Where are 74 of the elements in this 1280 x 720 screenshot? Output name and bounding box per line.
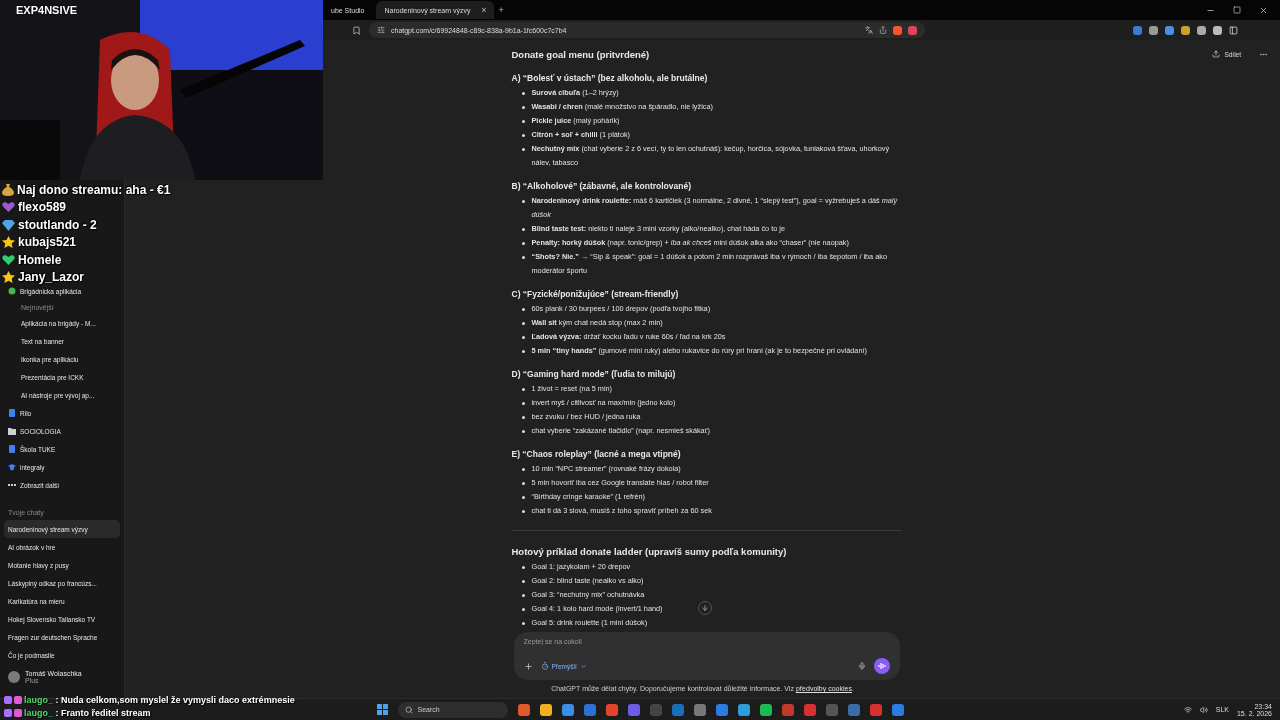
alert-text: Homele — [18, 252, 62, 267]
close-tab-button[interactable]: × — [481, 5, 487, 15]
wifi-icon[interactable] — [1183, 705, 1192, 714]
app-icon[interactable] — [693, 703, 706, 716]
timer-icon — [540, 662, 549, 670]
bullet-icon — [521, 416, 525, 419]
bookmark-icon[interactable] — [352, 25, 361, 35]
arrow-down-icon — [700, 604, 709, 612]
search-icon — [404, 705, 413, 714]
bullet-icon — [521, 608, 525, 611]
section-heading: Hotový príklad donate ladder (upravíš sumy podľa komunity) — [511, 545, 788, 559]
app-icon[interactable] — [517, 703, 530, 716]
alert-text: kubajs521 — [18, 235, 77, 250]
section-heading: B) “Alkoholové” (zábavné, ale kontrolované) — [511, 180, 692, 193]
app-icon[interactable] — [605, 703, 618, 716]
bullet-icon — [521, 106, 525, 109]
section-heading: A) “Bolesť v ústach” (bez alkoholu, ale brutálne) — [511, 72, 709, 85]
bullet-icon — [521, 336, 525, 339]
bullet-icon — [521, 566, 525, 569]
section-heading: D) “Gaming hard mode” (ľudia to milujú) — [511, 368, 677, 381]
bullet-icon — [521, 322, 525, 325]
voice-button[interactable] — [873, 658, 890, 674]
windows-start-icon[interactable] — [376, 704, 388, 715]
maximize-icon[interactable] — [1233, 5, 1241, 14]
sidebar-icon[interactable] — [1229, 25, 1238, 35]
bullet-icon — [521, 482, 525, 485]
bullet-icon — [521, 308, 525, 311]
section-heading: C) “Fyzické/ponižujúce” (stream-friendly) — [511, 288, 680, 301]
translate-icon[interactable] — [865, 26, 873, 34]
bullet-icon — [521, 134, 525, 137]
heading: Donate goal menu (pritvrdené) — [511, 48, 651, 62]
bullet-icon — [521, 430, 525, 433]
site-settings-icon[interactable] — [377, 26, 385, 34]
section-heading: E) “Chaos roleplay” (lacné a mega vtipné) — [511, 448, 682, 461]
share-icon — [1212, 50, 1221, 58]
bullet-icon — [521, 622, 525, 625]
app-icon[interactable] — [561, 703, 574, 716]
bullet-icon — [521, 148, 525, 151]
avatar[interactable] — [8, 671, 20, 683]
alert-text: stoutlando - 2 — [18, 217, 97, 232]
add-icon[interactable] — [523, 661, 533, 671]
bullet-icon — [521, 468, 525, 471]
waveform-icon — [877, 662, 886, 670]
app-icon[interactable] — [715, 703, 728, 716]
bullet-icon — [521, 402, 525, 405]
chat-message: laugo_ : Franto ředitel stream — [24, 708, 151, 718]
alert-text: Jany_Lazor — [18, 270, 85, 285]
alert-text: flexo589 — [18, 200, 67, 215]
close-icon[interactable] — [1259, 5, 1268, 15]
bullet-icon — [521, 228, 525, 231]
app-icon[interactable] — [759, 703, 772, 716]
bullet-icon — [521, 594, 525, 597]
scroll-down-button[interactable] — [697, 601, 712, 615]
app-icon[interactable] — [539, 703, 552, 716]
chat-message: laugo_ : Nuda celkom,som myslel že vymysli daco extrémnesie — [24, 695, 295, 705]
bullet-icon — [521, 580, 525, 583]
app-icon[interactable] — [891, 703, 904, 716]
channel-name: EXP4NSIVE — [16, 4, 78, 16]
bullet-icon — [521, 92, 525, 95]
bullet-icon — [521, 242, 525, 245]
mic-icon[interactable] — [857, 662, 866, 670]
bullet-icon — [521, 120, 525, 123]
chevron-down-icon — [579, 662, 587, 670]
app-icon[interactable] — [737, 703, 750, 716]
bullet-icon — [521, 496, 525, 499]
bullet-icon — [521, 200, 525, 203]
bullet-icon — [521, 256, 525, 259]
bullet-icon — [521, 350, 525, 353]
volume-icon[interactable] — [1199, 705, 1208, 714]
share-icon[interactable] — [879, 26, 887, 34]
new-tab-button[interactable]: + — [498, 5, 504, 15]
bullet-icon — [521, 388, 525, 391]
bullet-icon — [521, 510, 525, 513]
alert-text: Naj dono streamu: aha - €1 — [17, 182, 171, 197]
